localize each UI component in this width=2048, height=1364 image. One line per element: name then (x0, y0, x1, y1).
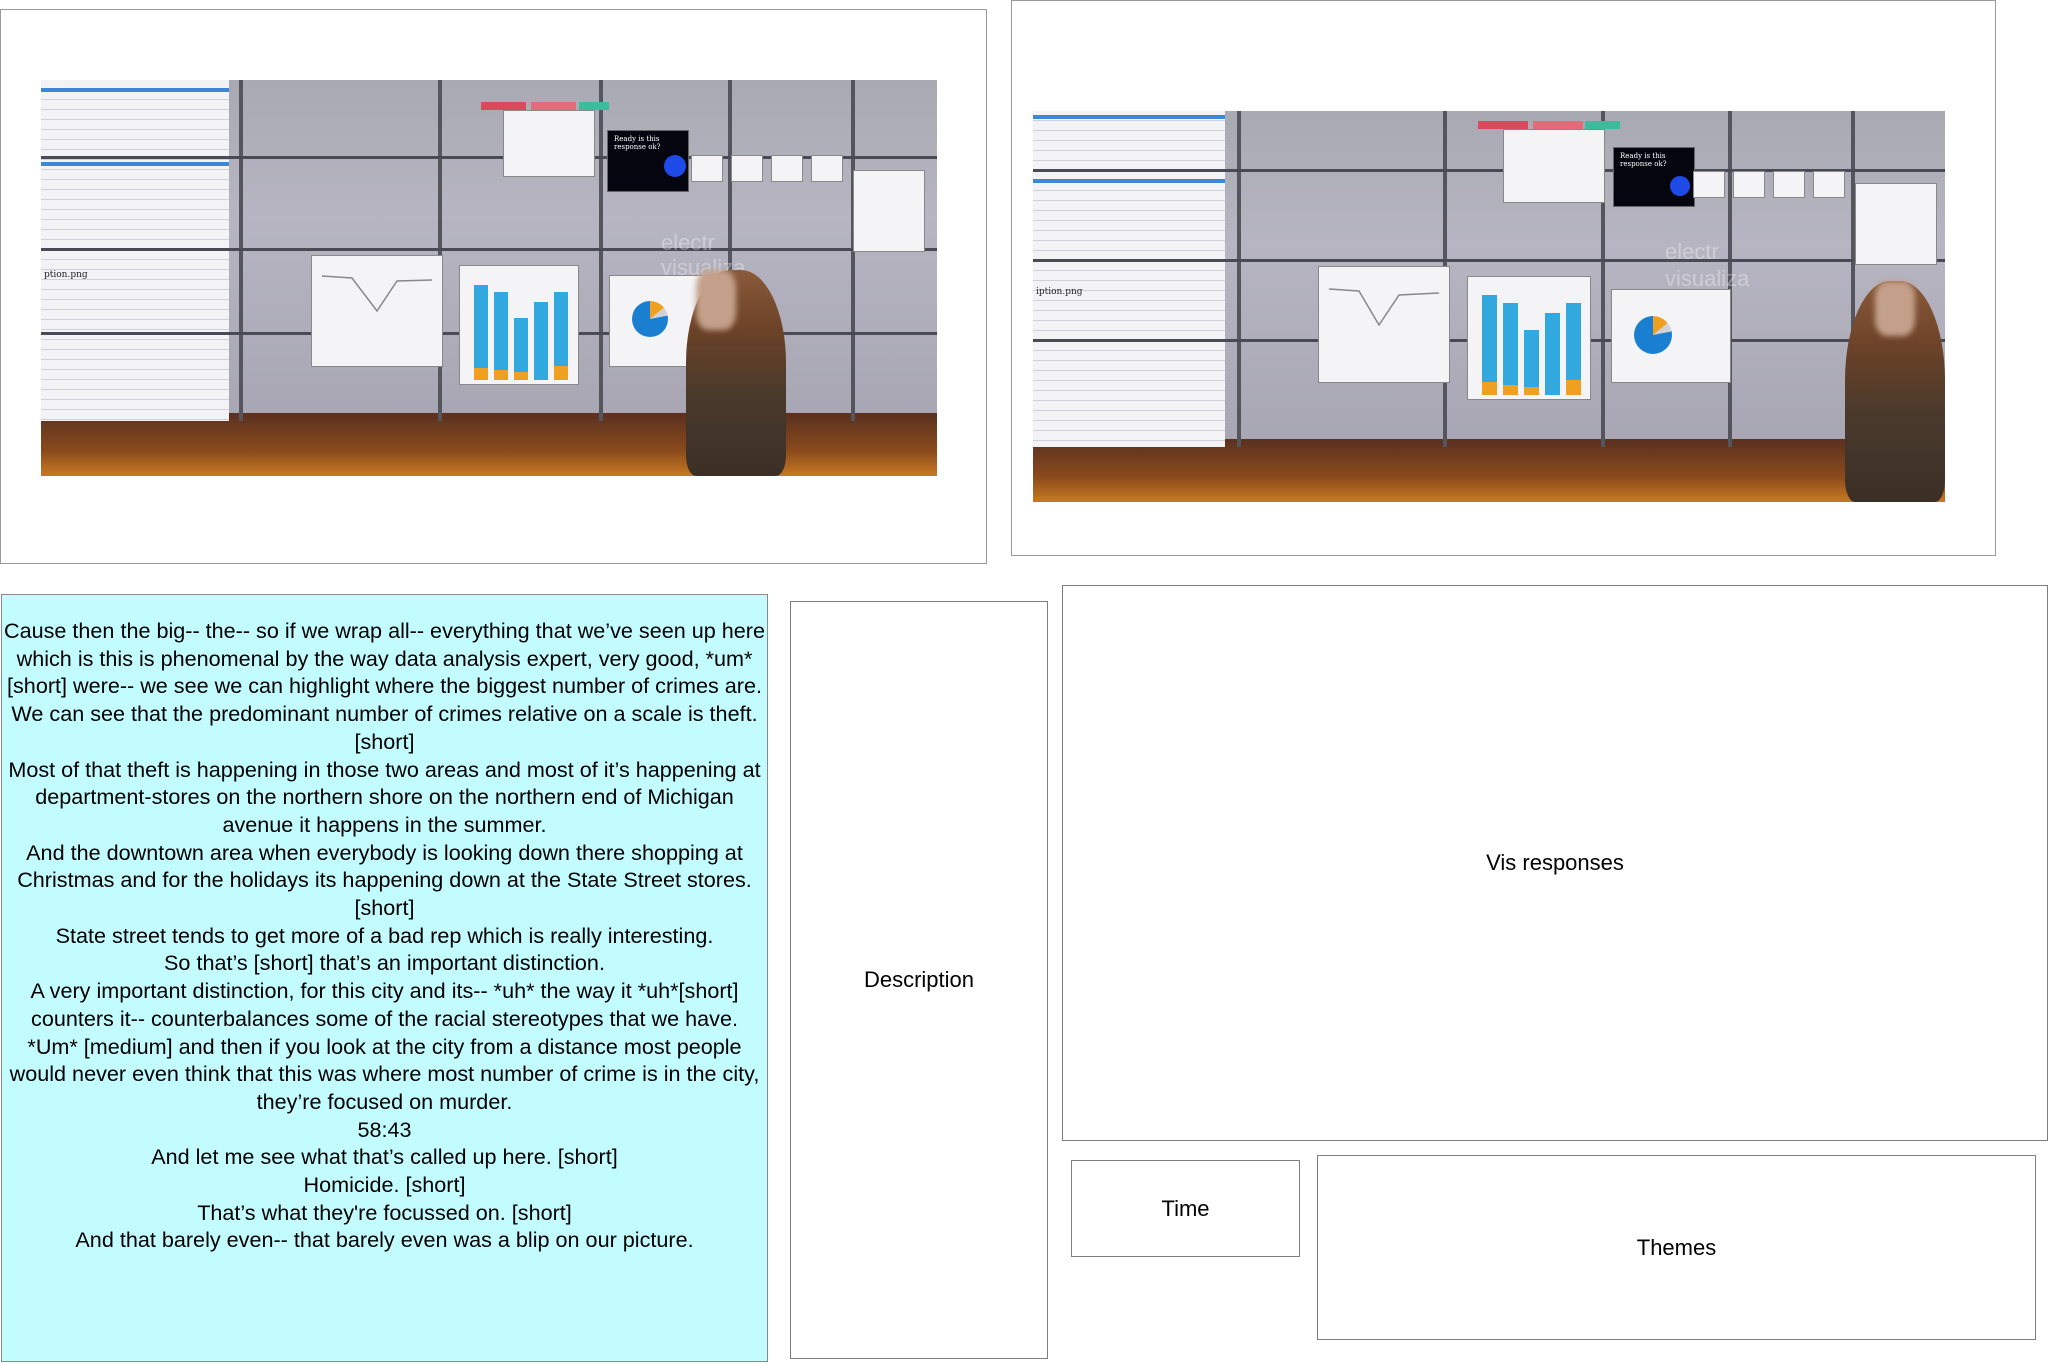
transcript-line: Homicide. [short] (303, 1172, 466, 1198)
description-box[interactable]: Description (790, 601, 1048, 1359)
tab-tag (531, 102, 576, 110)
blurred-face (1875, 281, 1915, 336)
transcript-line: We can see that the predominant number o… (11, 701, 758, 754)
transcript-line: And let me see what that’s called up her… (151, 1144, 618, 1170)
doc-header-bar-2 (41, 162, 230, 166)
bar-segment (1503, 385, 1518, 395)
text-window (1503, 129, 1605, 203)
bar-chart (1478, 291, 1582, 395)
floor (41, 412, 937, 476)
transcript-line: A very important distinction, for this c… (30, 978, 739, 1031)
bar-segment (514, 372, 528, 380)
doc-header-bar (41, 88, 230, 92)
thumbnail (1733, 171, 1765, 198)
line-chart-sketch (321, 275, 433, 313)
bar (474, 285, 488, 380)
tab-tag (579, 102, 609, 110)
line-chart-sketch (1328, 288, 1440, 327)
doc-caption: iption.png (1036, 287, 1083, 297)
popup-circle (1670, 176, 1690, 196)
doc-header-bar-2 (1033, 179, 1225, 183)
logo-text: visualiza (1665, 266, 1750, 291)
bezel (41, 248, 937, 251)
time-label: Time (1161, 1195, 1210, 1221)
bar-chart-window (1467, 276, 1591, 400)
transcript-timestamp: 58:43 (357, 1116, 412, 1142)
bar (534, 302, 548, 380)
bar (1545, 313, 1560, 395)
line-chart-window (1318, 266, 1450, 383)
logo-text: electr (1665, 239, 1719, 264)
transcript-box: Cause then the big-- the-- so if we wrap… (1, 594, 768, 1362)
bar-chart-window (459, 265, 579, 385)
bar-chart (470, 280, 570, 380)
transcript-line: And that barely even-- that barely even … (75, 1227, 694, 1253)
bar (1503, 303, 1518, 395)
bar (1482, 295, 1497, 395)
themes-label: Themes (1636, 1234, 1717, 1260)
bar-segment (1524, 387, 1539, 395)
pie-chart-window (1611, 289, 1731, 383)
tab-tag (1478, 121, 1528, 129)
time-box[interactable]: Time (1071, 1160, 1300, 1257)
doc-header-bar (1033, 115, 1225, 119)
display-wall-photo-right: iption.png Ready is this response ok? el… (1033, 111, 1945, 502)
bezel (1237, 111, 1241, 448)
transcript-line: So that’s [short] that’s an important di… (164, 950, 605, 976)
transcript-line: That’s what they're focussed on. [short] (197, 1199, 572, 1225)
popup-circle (664, 155, 686, 177)
thumbnail (811, 155, 843, 182)
popup-window: Ready is this response ok? (1613, 147, 1695, 207)
doc-caption: ption.png (44, 270, 88, 280)
line-chart-window (311, 255, 443, 367)
floor (1033, 439, 1945, 502)
pie-chart (1634, 316, 1672, 354)
pie-chart (632, 301, 668, 337)
popup-window: Ready is this response ok? (607, 130, 689, 192)
thumbnail (1773, 171, 1805, 198)
tab-tag (1585, 121, 1620, 129)
display-wall-photo-left: ption.png Ready is this response ok? ele… (41, 80, 937, 476)
transcript-line: Most of that theft is happening in those… (8, 756, 761, 837)
text-window (503, 110, 595, 177)
popup-text: Ready is this response ok? (614, 135, 661, 151)
transcript-line: *Um* [medium] and then if you look at th… (9, 1033, 760, 1114)
bar (1524, 330, 1539, 395)
blurred-face (696, 270, 736, 330)
bar (494, 292, 508, 380)
bar-segment (494, 370, 508, 380)
vis-responses-box[interactable]: Vis responses (1062, 585, 2048, 1141)
description-label: Description (863, 967, 975, 992)
bar-segment (554, 366, 568, 380)
transcript-line: And the downtown area when everybody is … (17, 839, 752, 921)
themes-box[interactable]: Themes (1317, 1155, 2036, 1340)
bar-segment (1482, 382, 1497, 395)
vis-responses-label: Vis responses (1486, 850, 1624, 875)
bar (514, 318, 528, 380)
side-window (1855, 183, 1937, 265)
thumbnail (1813, 171, 1845, 198)
thumbnail (771, 155, 803, 182)
transcript-line: State street tends to get more of a bad … (55, 922, 714, 948)
thumbnail (1693, 171, 1725, 198)
side-window (853, 170, 925, 252)
thumbnail (731, 155, 763, 182)
popup-text: Ready is this response ok? (1620, 152, 1667, 168)
tab-tag (1533, 121, 1583, 129)
bar-segment (474, 368, 488, 380)
thumbnail (691, 155, 723, 182)
document-window: iption.png (1033, 111, 1225, 448)
transcript-line: Cause then the big-- the-- so if we wrap… (4, 618, 765, 699)
bezel (1033, 169, 1945, 172)
bezel (1033, 259, 1945, 262)
bar-segment (1566, 380, 1581, 395)
logo-text: electr (661, 230, 715, 255)
tab-tag (481, 102, 526, 110)
